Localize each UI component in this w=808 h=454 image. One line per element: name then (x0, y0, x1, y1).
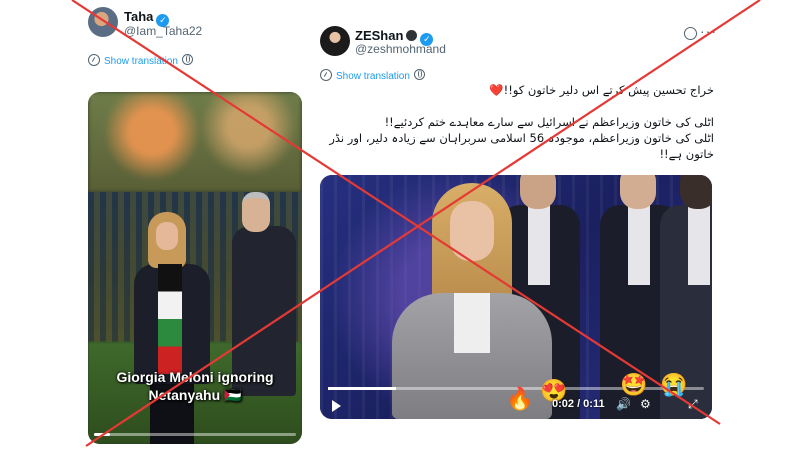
fullscreen-icon[interactable]: ⤢ (688, 397, 698, 411)
grok-icon[interactable] (684, 27, 697, 40)
left-show-translation[interactable]: Show translation (88, 51, 193, 69)
right-author-name[interactable]: ZEShan (355, 28, 403, 43)
affiliate-badge-icon (406, 30, 418, 41)
right-author-avatar[interactable] (320, 26, 350, 56)
translate-icon (320, 69, 332, 81)
video-caption-line1: Giorgia Meloni ignoring (116, 369, 274, 385)
volume-icon[interactable]: 🔊 (616, 397, 631, 411)
post-text-line2: اٹلی کی خاتون وزیراعظم نے اسرائیل سے سار… (384, 115, 714, 129)
post-text-line3: اٹلی کی خاتون وزیراعظم، موجودہ 56 اسلامی… (329, 131, 714, 145)
video-bokeh-background (88, 92, 302, 192)
globe-icon (181, 54, 193, 65)
video-time-readout: 0:02 / 0:11 (552, 398, 605, 410)
post-text-line1: خراج تحسین پیش کرتے اس دلیر خاتون کو!!❤️ (489, 83, 714, 97)
reaction-emoji-fire: 🔥 (506, 386, 534, 411)
left-video-progress-fill (94, 433, 111, 436)
right-video-player[interactable]: 🔥 😍 🤩 😭 0:02 / 0:11 🔊 ⚙ ⤢ (320, 175, 712, 419)
right-author-handle[interactable]: @zeshmohmand (355, 42, 446, 56)
video-caption-line2: Netanyahu 🇵🇸 (148, 387, 242, 403)
left-author-avatar[interactable] (88, 7, 118, 37)
globe-icon (413, 69, 425, 80)
right-video-progress-fill (328, 387, 396, 390)
heart-emoji: ❤️ (489, 83, 504, 97)
play-icon[interactable] (332, 400, 341, 412)
post-text-line4: خاتون ہے!! (659, 147, 714, 161)
reaction-emoji-crying: 😭 (660, 372, 688, 397)
reaction-emoji-star-struck: 🤩 (620, 372, 648, 397)
translate-icon (88, 54, 100, 66)
video-woman-figure (134, 212, 210, 444)
video-man-figure (232, 192, 302, 396)
left-video-player[interactable]: Giorgia Meloni ignoring Netanyahu 🇵🇸 (88, 92, 302, 444)
video-caption: Giorgia Meloni ignoring Netanyahu 🇵🇸 (88, 368, 302, 404)
more-icon[interactable]: ··· (700, 23, 717, 39)
left-video-progress-bar[interactable] (94, 433, 296, 436)
left-author-name[interactable]: Taha (124, 9, 153, 24)
settings-icon[interactable]: ⚙ (640, 397, 651, 411)
left-author-handle[interactable]: @Iam_Taha22 (124, 24, 202, 38)
video-woman-figure (392, 183, 552, 419)
